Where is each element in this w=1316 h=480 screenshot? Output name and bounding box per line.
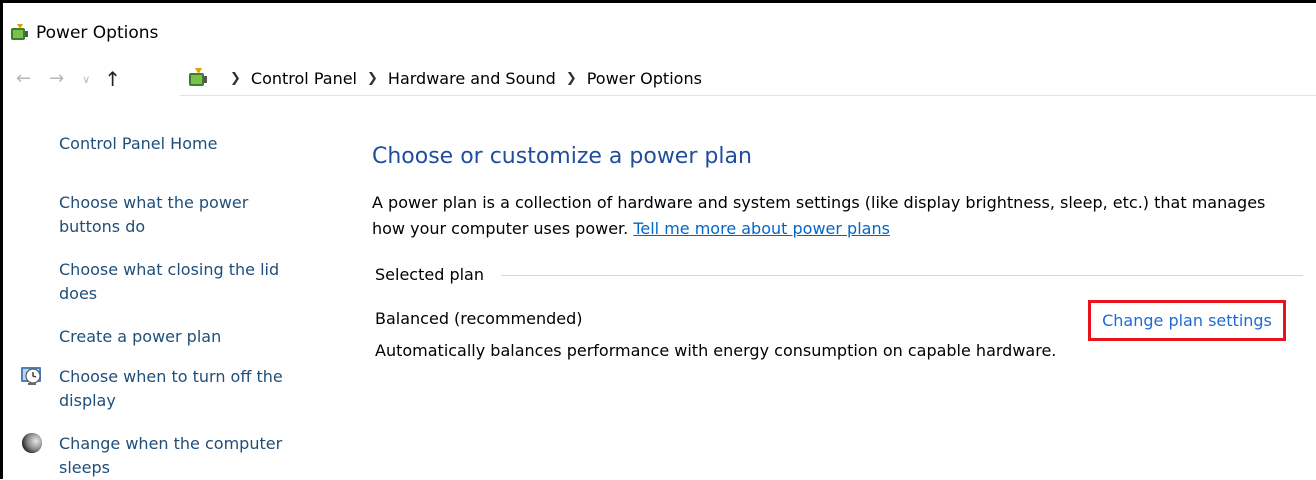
arrow-left-icon[interactable]: ← [16,70,31,88]
plan-name: Balanced (recommended) [375,309,583,328]
change-plan-settings-link[interactable]: Change plan settings [1088,300,1286,341]
power-options-icon [11,24,28,40]
sidebar-item-label: Choose when to turn off the [59,367,283,386]
sidebar-item-label: Change when the computer [59,434,283,453]
sidebar-item-label: display [59,391,116,410]
breadcrumb-control-panel[interactable]: Control Panel [251,69,357,88]
sidebar-item-power-buttons[interactable]: Choose what the power buttons do [59,191,329,239]
selected-plan-heading: Selected plan [375,265,484,284]
sidebar-item-computer-sleeps[interactable]: Change when the computer sleeps [59,432,329,480]
change-plan-settings-label: Change plan settings [1102,311,1272,330]
sidebar-item-create-plan[interactable]: Create a power plan [59,325,329,349]
learn-more-link[interactable]: Tell me more about power plans [633,219,890,238]
section-divider [501,275,1303,276]
chevron-right-icon: ❯ [367,70,378,86]
sidebar-item-label: Choose what the power [59,193,249,212]
navigation-bar: ← → ∨ ↑ [16,64,135,94]
page-description: A power plan is a collection of hardware… [372,190,1312,242]
sidebar-item-label: Create a power plan [59,327,222,346]
breadcrumb-power-options[interactable]: Power Options [587,69,702,88]
control-panel-home-link[interactable]: Control Panel Home [59,132,329,156]
sidebar-item-closing-lid[interactable]: Choose what closing the lid does [59,258,329,306]
page-title: Choose or customize a power plan [372,144,752,169]
chevron-down-icon[interactable]: ∨ [82,74,90,85]
arrow-up-icon[interactable]: ↑ [104,69,121,89]
window-title: Power Options [36,23,159,43]
breadcrumb-hardware-and-sound[interactable]: Hardware and Sound [388,69,556,88]
description-line: A power plan is a collection of hardware… [372,193,1266,212]
breadcrumb: ❯ Control Panel ❯ Hardware and Sound ❯ P… [186,63,702,93]
chevron-right-icon: ❯ [565,70,577,86]
sidebar-item-label: buttons do [59,217,146,236]
sidebar: Control Panel Home Choose what the power… [0,96,340,479]
sidebar-item-label: does [59,284,98,303]
display-clock-icon [21,367,41,385]
description-line-2: how your computer uses power. Tell me mo… [372,216,1312,242]
moon-icon [22,433,42,453]
sidebar-item-label: Choose what closing the lid [59,260,280,279]
sidebar-item-label: sleeps [59,458,110,477]
description-text: how your computer uses power. [372,219,629,238]
plan-description: Automatically balances performance with … [375,341,1057,360]
sidebar-item-turn-off-display[interactable]: Choose when to turn off the display [59,365,329,413]
title-bar: Power Options [8,20,158,46]
chevron-right-icon: ❯ [230,70,241,86]
power-options-icon [189,68,207,86]
arrow-right-icon[interactable]: → [49,70,64,88]
